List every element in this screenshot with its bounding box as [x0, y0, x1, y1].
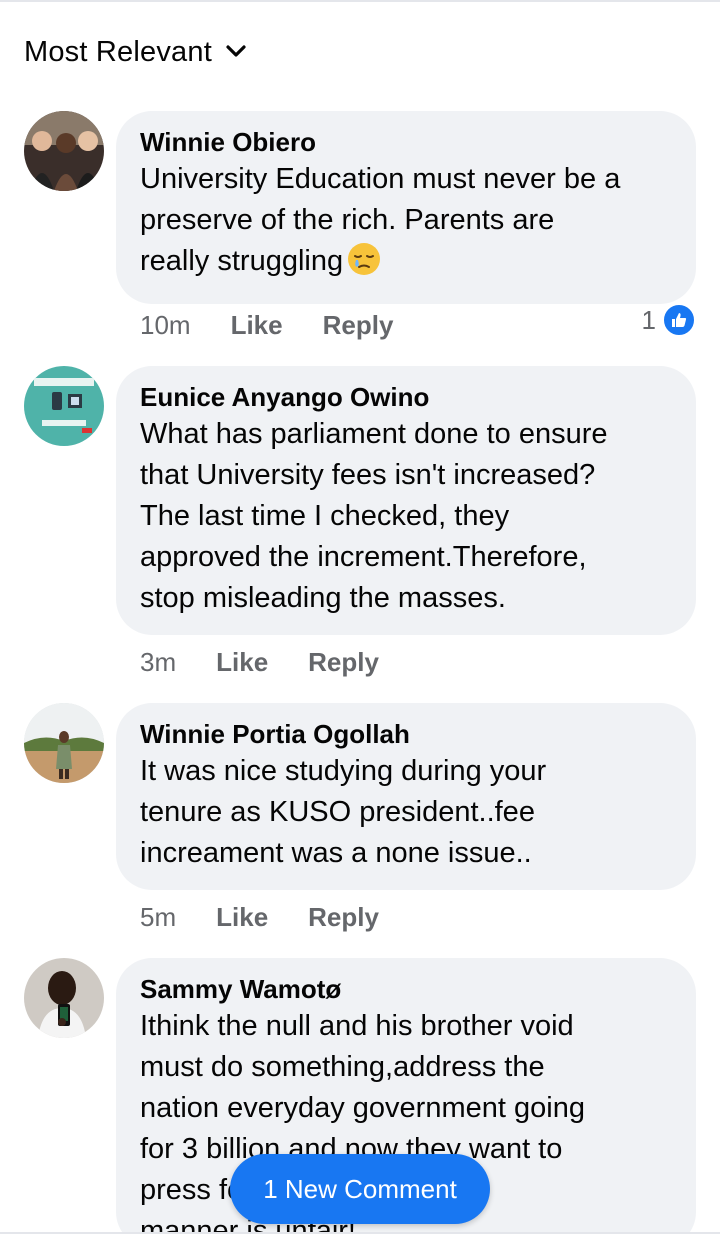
- comment-bubble: Winnie Portia Ogollah It was nice studyi…: [116, 703, 696, 890]
- sort-dropdown[interactable]: Most Relevant: [24, 30, 246, 74]
- avatar[interactable]: [24, 366, 104, 446]
- comment-text-line: tenure as KUSO president..fee: [140, 796, 535, 828]
- comment-text-line: The last time I checked, they: [140, 500, 510, 532]
- comment-text-line: that University fees isn't increased?: [140, 459, 596, 491]
- reaction-summary[interactable]: 1: [642, 303, 696, 337]
- comment-text-line: really struggling: [140, 245, 344, 277]
- comment-text-line: stop misleading the masses.: [140, 582, 506, 614]
- comment-meta: 5m Like Reply: [140, 897, 379, 937]
- comment-text-line: Ithink the null and his brother void: [140, 1010, 574, 1042]
- comment-bubble: Eunice Anyango Owino What has parliament…: [116, 366, 696, 635]
- avatar[interactable]: [24, 111, 104, 191]
- avatar[interactable]: [24, 958, 104, 1038]
- comment-text-line: University Education must never be a: [140, 163, 621, 195]
- comment-text-line: It was nice studying during your: [140, 755, 547, 787]
- like-button[interactable]: Like: [216, 647, 268, 678]
- like-button[interactable]: Like: [216, 902, 268, 933]
- like-button[interactable]: Like: [231, 310, 283, 341]
- chevron-down-icon: [226, 45, 246, 59]
- new-comment-button[interactable]: 1 New Comment: [230, 1154, 490, 1224]
- comment-text-line: increament was a none issue..: [140, 837, 532, 869]
- like-icon: [662, 303, 696, 337]
- comment-author[interactable]: Sammy Wamotø: [140, 972, 672, 1006]
- reply-button[interactable]: Reply: [308, 647, 379, 678]
- comment-time[interactable]: 3m: [140, 647, 176, 678]
- comment-text-line: approved the increment.Therefore,: [140, 541, 587, 573]
- comment-author[interactable]: Winnie Portia Ogollah: [140, 717, 672, 751]
- comment-meta: 10m Like Reply: [140, 305, 393, 345]
- comment-text-line: nation everyday government going: [140, 1092, 585, 1124]
- sort-label: Most Relevant: [24, 35, 212, 68]
- comment-time[interactable]: 10m: [140, 310, 191, 341]
- comment-time[interactable]: 5m: [140, 902, 176, 933]
- new-comment-label: 1 New Comment: [263, 1173, 457, 1204]
- comment-author[interactable]: Eunice Anyango Owino: [140, 380, 672, 414]
- comment-author[interactable]: Winnie Obiero: [140, 125, 672, 159]
- comment-meta: 3m Like Reply: [140, 642, 379, 682]
- comment-text-line: What has parliament done to ensure: [140, 418, 608, 450]
- top-divider: [0, 0, 720, 2]
- sleepy-face-emoji-icon: [347, 242, 381, 288]
- reply-button[interactable]: Reply: [308, 902, 379, 933]
- reply-button[interactable]: Reply: [323, 310, 394, 341]
- reaction-count: 1: [641, 304, 656, 335]
- comment-text-line: preserve of the rich. Parents are: [140, 204, 555, 236]
- avatar[interactable]: [24, 703, 104, 783]
- comment-text-line: must do something,address the: [140, 1051, 545, 1083]
- comment-bubble: Winnie Obiero University Education must …: [116, 111, 696, 304]
